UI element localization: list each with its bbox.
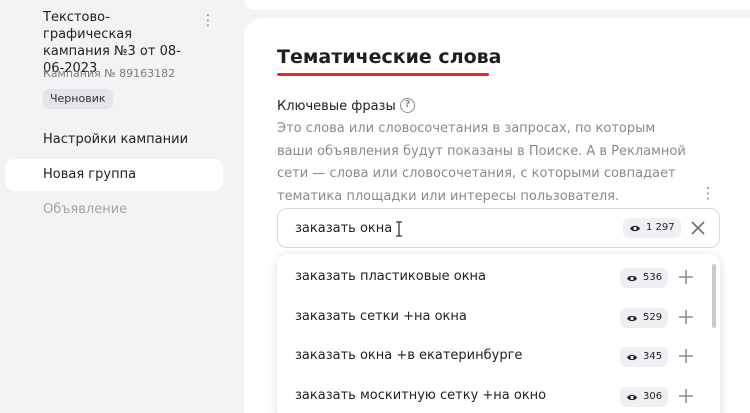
- keywords-description: Это слова или словосочетания в запросах,…: [277, 121, 686, 204]
- suggestion-item[interactable]: заказать пластиковые окна 536: [277, 257, 707, 297]
- suggestion-text: заказать москитную сетку +на окно: [295, 388, 547, 403]
- impressions-count-badge: 1 297: [623, 218, 681, 238]
- sidebar-item-campaign-settings[interactable]: Настройки кампании: [5, 124, 223, 156]
- plus-icon[interactable]: [677, 268, 695, 286]
- impressions-count-badge: 345: [620, 347, 669, 367]
- sidebar-item-new-group[interactable]: Новая группа: [5, 159, 223, 191]
- sidebar: Текстово-графическая кампания №3 от 08-0…: [0, 0, 230, 413]
- suggestion-text: заказать окна +в екатеринбурге: [295, 348, 523, 363]
- impressions-count: 306: [643, 391, 663, 402]
- eye-icon: [627, 315, 637, 321]
- eye-icon: [627, 275, 637, 281]
- dropdown-scrollbar[interactable]: [712, 264, 716, 328]
- status-badge: Черновик: [43, 89, 113, 109]
- impressions-count: 529: [643, 312, 663, 323]
- impressions-count: 345: [643, 351, 663, 362]
- suggestion-item[interactable]: заказать сетки +на окна 529: [277, 297, 707, 337]
- impressions-count-badge: 529: [620, 308, 669, 328]
- more-vertical-icon[interactable]: ⋮: [200, 10, 216, 30]
- suggestions-dropdown: заказать пластиковые окна 536 заказать с…: [277, 254, 720, 413]
- keyword-input-field[interactable]: 1 297: [277, 208, 720, 248]
- help-icon[interactable]: ?: [400, 98, 415, 113]
- plus-icon[interactable]: [677, 387, 695, 405]
- close-icon[interactable]: [688, 218, 708, 238]
- keyword-input[interactable]: [295, 218, 615, 238]
- page-title: Тематические слова: [277, 46, 502, 68]
- sidebar-item-ad[interactable]: Объявление: [5, 194, 223, 226]
- title-underline: [277, 73, 489, 76]
- previous-card: [244, 0, 750, 10]
- keywords-label: Ключевые фразы: [277, 99, 396, 114]
- plus-icon[interactable]: [677, 347, 695, 365]
- suggestion-item[interactable]: заказать москитную сетку +на окно 306: [277, 376, 707, 413]
- impressions-count: 1 297: [646, 222, 675, 233]
- more-vertical-icon[interactable]: ⋮: [700, 182, 716, 204]
- eye-icon: [627, 394, 637, 400]
- campaign-number: Кампания № 89163182: [43, 67, 176, 80]
- suggestion-item[interactable]: заказать окна +в екатеринбурге 345: [277, 336, 707, 376]
- suggestion-text: заказать сетки +на окна: [295, 309, 467, 324]
- suggestion-text: заказать пластиковые окна: [295, 269, 487, 284]
- eye-icon: [630, 225, 640, 231]
- impressions-count: 536: [643, 272, 663, 283]
- text-cursor-icon: [396, 221, 402, 237]
- plus-icon[interactable]: [677, 308, 695, 326]
- impressions-count-badge: 536: [620, 268, 669, 288]
- eye-icon: [627, 354, 637, 360]
- impressions-count-badge: 306: [620, 387, 669, 407]
